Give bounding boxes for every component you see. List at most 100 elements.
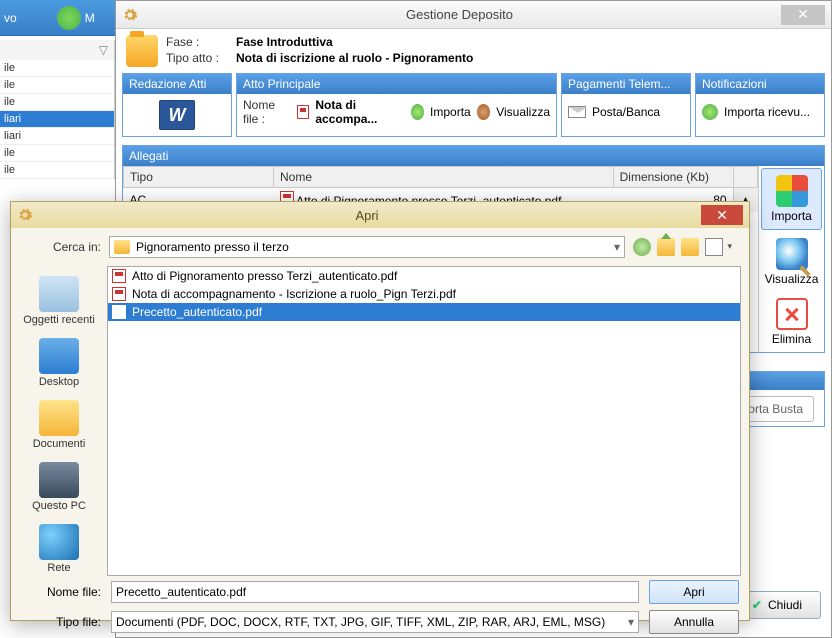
gear-icon <box>17 207 33 223</box>
importa-label[interactable]: Importa <box>430 105 471 119</box>
import-icon[interactable] <box>411 104 424 120</box>
back-icon[interactable] <box>633 238 651 256</box>
elimina-button[interactable]: Elimina <box>759 292 824 352</box>
panel-pag-title: Pagamenti Telem... <box>562 74 690 94</box>
elimina-text: Elimina <box>772 332 811 346</box>
pc-icon <box>39 462 79 498</box>
place-pc[interactable]: Questo PC <box>17 458 101 516</box>
file-item[interactable]: Atto di Pignoramento presso Terzi_autent… <box>108 267 740 285</box>
pdf-icon <box>112 305 126 319</box>
nomefile-label: Nome file : <box>243 98 291 126</box>
refresh-icon[interactable] <box>57 6 81 30</box>
magnifier-icon <box>776 238 808 270</box>
open-button[interactable]: Apri <box>649 580 739 604</box>
chevron-down-icon: ▾ <box>628 615 634 629</box>
dialog-titlebar: Apri ✕ <box>11 202 749 228</box>
panel-redazione: Redazione Atti W <box>122 73 232 137</box>
place-recent[interactable]: Oggetti recenti <box>17 272 101 330</box>
nav-icons <box>633 238 739 256</box>
chiudi-text: Chiudi <box>768 598 802 612</box>
file-item[interactable]: Precetto_autenticato.pdf <box>108 303 740 321</box>
file-item[interactable]: Nota di accompagnamento - Iscrizione a r… <box>108 285 740 303</box>
visualizza-label[interactable]: Visualizza <box>496 105 550 119</box>
import-icon[interactable] <box>702 104 718 120</box>
fase-label: Fase : <box>166 35 236 49</box>
info-header: Fase : Fase Introduttiva Tipo atto : Not… <box>116 29 831 73</box>
list-item[interactable]: ile <box>0 77 114 94</box>
col-nome[interactable]: Nome <box>274 167 614 188</box>
dialog-bottom: Nome file: Apri Tipo file: Documenti (PD… <box>11 576 749 638</box>
col-dim[interactable]: Dimensione (Kb) <box>613 167 733 188</box>
pdf-icon <box>112 269 126 283</box>
lookin-row: Cerca in: Pignoramento presso il terzo ▾ <box>11 228 749 266</box>
panel-notificazioni: Notificazioni Importa ricevu... <box>695 73 825 137</box>
open-file-dialog: Apri ✕ Cerca in: Pignoramento presso il … <box>10 201 750 621</box>
place-network[interactable]: Rete <box>17 520 101 578</box>
col-tipo[interactable]: Tipo <box>124 167 274 188</box>
place-label: Desktop <box>39 376 79 388</box>
nomefile-label: Nome file: <box>21 585 101 599</box>
close-button[interactable]: ✕ <box>781 5 825 25</box>
underlying-toolbar: vo M <box>0 0 115 36</box>
mail-icon[interactable] <box>568 106 586 118</box>
panel-atto: Atto Principale Nome file : Nota di acco… <box>236 73 557 137</box>
pdf-icon <box>297 105 309 119</box>
place-label: Oggetti recenti <box>23 314 95 326</box>
filetype-select[interactable]: Documenti (PDF, DOC, DOCX, RTF, TXT, JPG… <box>111 611 639 633</box>
importa-ricev-label[interactable]: Importa ricevu... <box>724 105 810 119</box>
place-documents[interactable]: Documenti <box>17 396 101 454</box>
network-icon <box>39 524 79 560</box>
filename-input[interactable] <box>111 581 639 603</box>
tipo-value: Nota di iscrizione al ruolo - Pignoramen… <box>236 51 473 65</box>
panel-pagamenti: Pagamenti Telem... Posta/Banca <box>561 73 691 137</box>
allegati-title: Allegati <box>123 146 824 166</box>
importa-text: Importa <box>771 209 812 223</box>
place-desktop[interactable]: Desktop <box>17 334 101 392</box>
bg-m: M <box>85 11 95 25</box>
list-item[interactable]: ile <box>0 145 114 162</box>
panel-not-title: Notificazioni <box>696 74 824 94</box>
up-icon[interactable] <box>657 238 675 256</box>
fase-value: Fase Introduttiva <box>236 35 473 49</box>
list-item[interactable]: liari <box>0 128 114 145</box>
folder-combo[interactable]: Pignoramento presso il terzo ▾ <box>109 236 625 258</box>
documents-icon <box>39 400 79 436</box>
dialog-close-button[interactable]: ✕ <box>701 205 743 225</box>
folder-name: Pignoramento presso il terzo <box>136 240 289 254</box>
import-colored-icon <box>776 175 808 207</box>
word-icon[interactable]: W <box>159 100 195 130</box>
new-folder-icon[interactable] <box>681 238 699 256</box>
list-item[interactable]: liari <box>0 111 114 128</box>
gear-icon <box>122 7 138 23</box>
chevron-down-icon: ▾ <box>614 240 620 254</box>
cercain-label: Cerca in: <box>21 240 101 254</box>
place-label: Documenti <box>33 438 86 450</box>
allegati-actions: Importa Visualizza Elimina <box>758 166 824 352</box>
list-item[interactable]: ile <box>0 162 114 179</box>
filetype-value: Documenti (PDF, DOC, DOCX, RTF, TXT, JPG… <box>116 615 605 629</box>
pdf-icon <box>112 287 126 301</box>
panel-atto-title: Atto Principale <box>237 74 556 94</box>
visualizza-button[interactable]: Visualizza <box>759 232 824 292</box>
list-item[interactable]: ile <box>0 60 114 77</box>
place-label: Questo PC <box>32 500 86 512</box>
dialog-body: Oggetti recenti Desktop Documenti Questo… <box>11 266 749 576</box>
bg-label: vo <box>4 11 17 25</box>
tipofile-label: Tipo file: <box>21 615 101 629</box>
posta-label[interactable]: Posta/Banca <box>592 105 660 119</box>
places-bar: Oggetti recenti Desktop Documenti Questo… <box>11 266 107 576</box>
desktop-icon <box>39 338 79 374</box>
col-scroll <box>733 167 757 188</box>
view-menu-icon[interactable] <box>705 238 723 256</box>
file-list[interactable]: Atto di Pignoramento presso Terzi_autent… <box>107 266 741 576</box>
list-item[interactable]: ile <box>0 94 114 111</box>
check-icon: ✔ <box>752 598 762 612</box>
panels-row: Redazione Atti W Atto Principale Nome fi… <box>116 73 831 137</box>
delete-icon <box>776 298 808 330</box>
recent-icon <box>39 276 79 312</box>
importa-button[interactable]: Importa <box>761 168 822 230</box>
visualizza-icon[interactable] <box>477 104 490 120</box>
filter-row[interactable]: ▽ <box>0 40 114 60</box>
cancel-button[interactable]: Annulla <box>649 610 739 634</box>
folder-icon <box>114 240 130 254</box>
